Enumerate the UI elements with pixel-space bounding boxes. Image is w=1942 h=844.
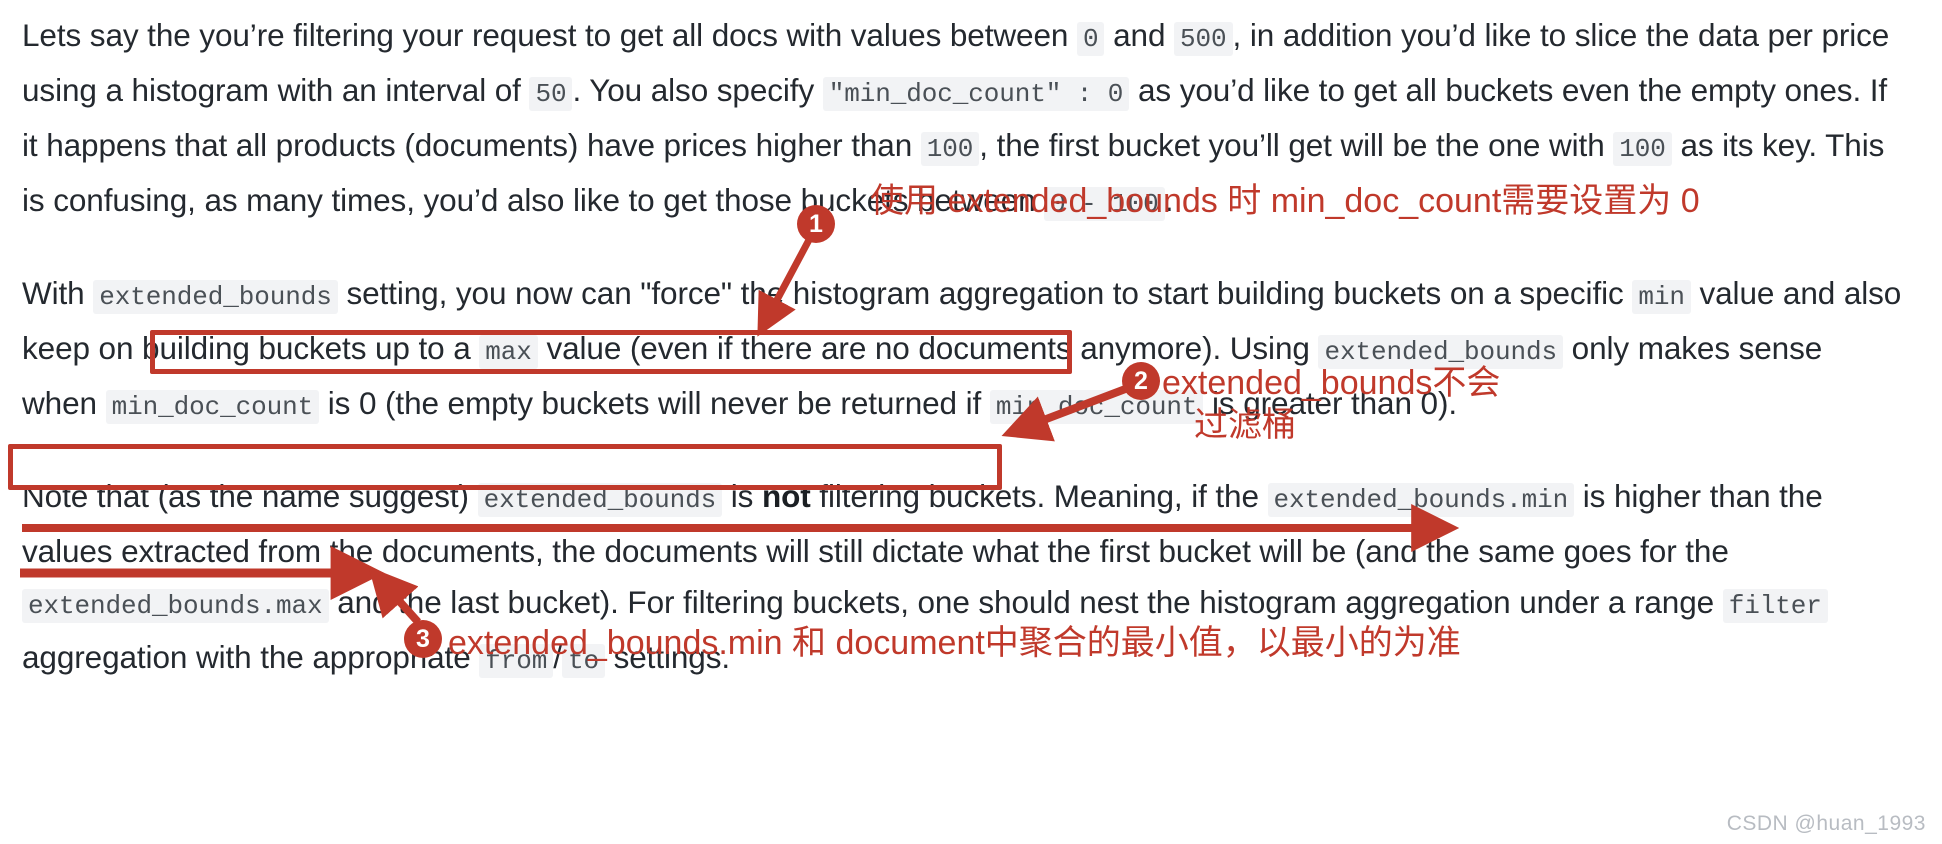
inline-code: 0 bbox=[1076, 22, 1105, 56]
inline-code: "min_doc_count" : 0 bbox=[822, 77, 1130, 111]
inline-code: min_doc_count bbox=[105, 390, 320, 424]
inline-code: extended_bounds bbox=[1318, 335, 1563, 369]
document-body: Lets say the you’re filtering your reque… bbox=[22, 0, 1902, 687]
inline-code: filter bbox=[1722, 589, 1828, 623]
inline-code: 500 bbox=[1174, 22, 1233, 56]
inline-code: to bbox=[561, 644, 605, 678]
inline-code: extended_bounds bbox=[477, 483, 723, 517]
inline-code: 50 bbox=[529, 77, 573, 111]
inline-code: min_doc_count bbox=[989, 390, 1204, 424]
inline-code: from bbox=[479, 644, 554, 678]
inline-code: min bbox=[1632, 280, 1691, 314]
bold-text: not bbox=[761, 478, 811, 514]
paragraph-3: Note that (as the name suggest) extended… bbox=[22, 433, 1902, 687]
paragraph-2: With extended_bounds setting, you now ca… bbox=[22, 275, 1902, 424]
inline-code: extended_bounds bbox=[93, 280, 338, 314]
inline-code: 0 - 100 bbox=[1044, 187, 1165, 221]
paragraph-1: Lets say the you’re filtering your reque… bbox=[22, 17, 1890, 221]
inline-code: max bbox=[479, 335, 538, 369]
inline-code: 100 bbox=[920, 132, 980, 166]
inline-code: extended_bounds.min bbox=[1267, 483, 1575, 517]
inline-code: 100 bbox=[1613, 132, 1672, 166]
csdn-watermark: CSDN @huan_1993 bbox=[1726, 812, 1926, 835]
inline-code: extended_bounds.max bbox=[22, 589, 329, 623]
